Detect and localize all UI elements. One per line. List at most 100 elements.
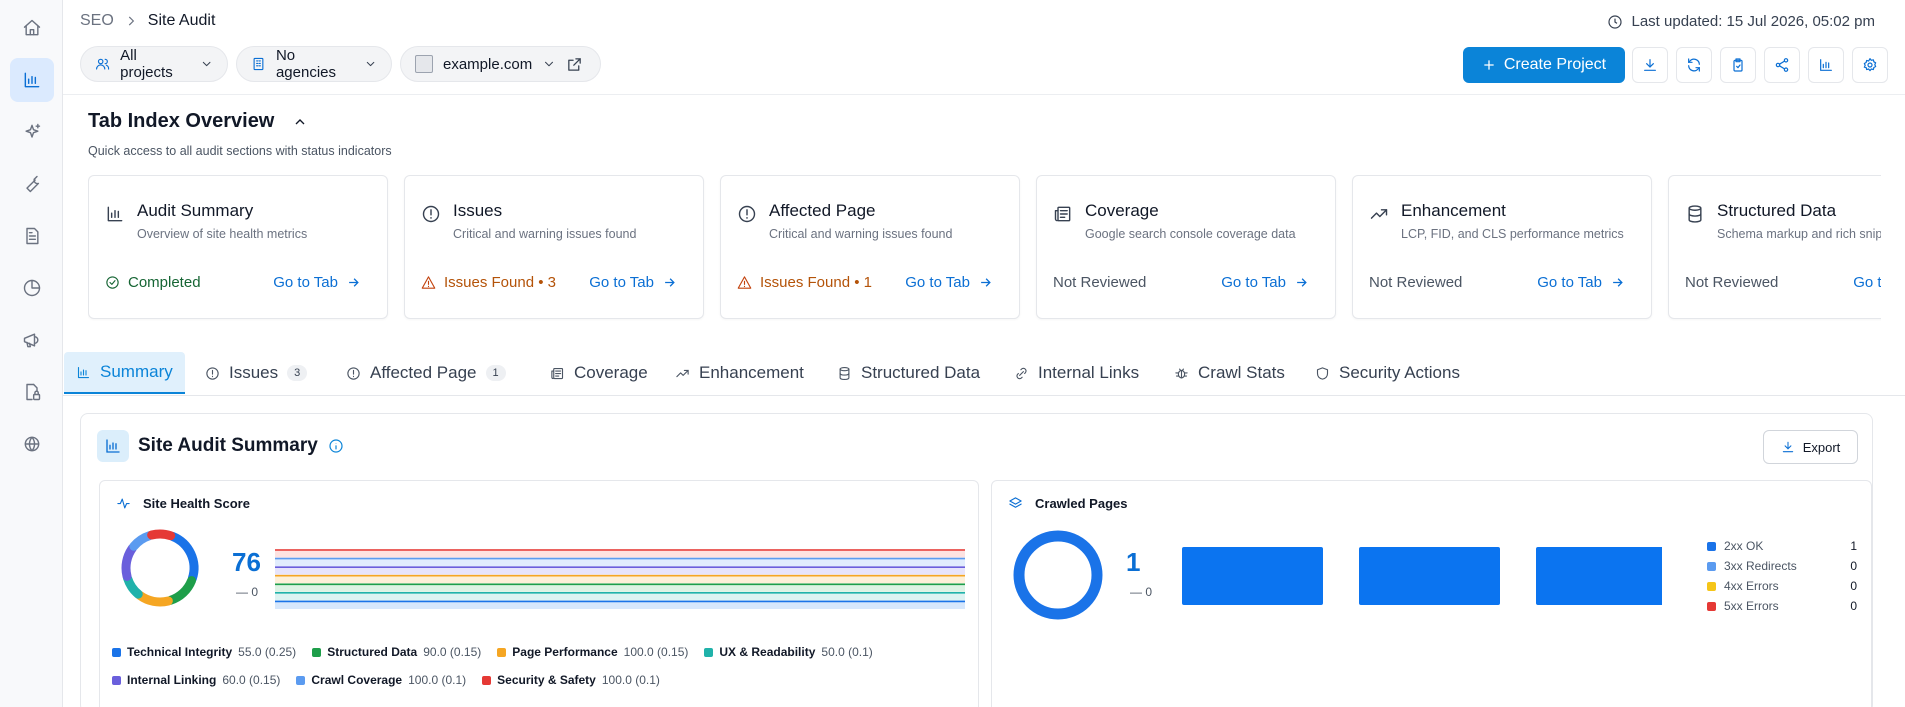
legend-name: 4xx Errors [1724, 579, 1779, 593]
go-to-tab-link[interactable]: Go to Tab [1221, 274, 1309, 291]
card-status-text: Completed [128, 274, 201, 291]
crawled-pages-delta: — 0 [1130, 585, 1153, 599]
legend-swatch [296, 675, 306, 685]
tab-structured-data[interactable]: Structured Data [825, 352, 992, 394]
site-health-title: Site Health Score [116, 496, 250, 511]
go-to-tab-label: Go to Tab [589, 274, 654, 291]
donut-segment [123, 573, 143, 599]
crawled-pages-donut [1013, 530, 1103, 620]
newspaper-icon [1053, 204, 1073, 224]
legend-5xx: 5xx Errors 0 [1707, 596, 1857, 616]
chevron-up-icon[interactable] [292, 114, 308, 130]
tab-summary[interactable]: Summary [64, 352, 185, 394]
bar-chart-icon [105, 204, 125, 224]
refresh-button[interactable] [1676, 47, 1712, 83]
tab-label: Summary [100, 362, 173, 381]
go-to-tab-link[interactable]: Go to Tab [1853, 274, 1881, 291]
megaphone-icon[interactable] [10, 318, 54, 362]
domain-filter[interactable]: example.com [400, 46, 601, 82]
sparkles-icon[interactable] [10, 110, 54, 154]
health-trend-chart [275, 549, 965, 609]
legend-name: UX & Readability [719, 645, 816, 659]
tab-count-badge: 1 [485, 365, 506, 381]
legend-name: Security & Safety [497, 673, 596, 687]
breadcrumb-root[interactable]: SEO [80, 12, 114, 30]
tab-coverage[interactable]: Coverage [538, 352, 660, 394]
create-project-button[interactable]: Create Project [1463, 47, 1625, 83]
crawl-bar [1182, 547, 1323, 605]
database-icon [839, 366, 850, 380]
chevron-down-icon [202, 61, 211, 67]
export-button[interactable]: Export [1763, 430, 1858, 464]
go-to-tab-label: Go to Tab [1537, 274, 1602, 291]
arrow-right-icon [981, 278, 991, 287]
card-status: Issues Found • 1 [737, 274, 872, 291]
go-to-tab-link[interactable]: Go to Tab [589, 274, 677, 291]
card-description: Critical and warning issues found [769, 227, 953, 241]
overview-subtitle: Quick access to all audit sections with … [88, 144, 392, 158]
analytics-icon[interactable] [10, 58, 54, 102]
legend-name: Page Performance [512, 645, 618, 659]
warning-triangle-icon [737, 276, 752, 289]
legend-ux-readability: UX & Readability 50.0 (0.1) [704, 645, 873, 659]
share-button[interactable] [1764, 47, 1800, 83]
go-to-tab-label: Go to Tab [273, 274, 338, 291]
legend-swatch [497, 647, 507, 657]
legend-value: 100.0 (0.15) [623, 645, 689, 659]
alert-circle-icon [347, 366, 360, 380]
projects-filter[interactable]: All projects [80, 46, 228, 82]
clipboard-button[interactable] [1720, 47, 1756, 83]
legend-name: Internal Linking [127, 673, 217, 687]
overview-card-enhancement: Enhancement LCP, FID, and CLS performanc… [1352, 175, 1652, 319]
file-lock-icon[interactable] [10, 370, 54, 414]
crawled-pages-title-text: Crawled Pages [1035, 496, 1128, 511]
tab-issues[interactable]: Issues 3 [193, 352, 319, 394]
health-score-donut [121, 529, 199, 607]
go-to-tab-link[interactable]: Go to Tab [1537, 274, 1625, 291]
pie-chart-icon[interactable] [10, 266, 54, 310]
tab-label: Issues [229, 363, 279, 382]
external-link-icon[interactable] [566, 56, 583, 73]
info-icon[interactable] [328, 438, 344, 454]
legend-security-safety: Security & Safety 100.0 (0.1) [482, 673, 660, 687]
donut-segment [121, 543, 138, 581]
tab-internal-links[interactable]: Internal Links [1002, 352, 1151, 394]
chevron-right-icon [128, 16, 134, 26]
report-button[interactable] [1808, 47, 1844, 83]
tab-count-badge: 3 [287, 365, 308, 381]
tab-enhancement[interactable]: Enhancement [663, 352, 816, 394]
donut-segment [168, 531, 199, 584]
crawl-bar [1536, 547, 1662, 605]
tab-security-actions[interactable]: Security Actions [1303, 352, 1472, 394]
agencies-filter[interactable]: No agencies [236, 46, 392, 82]
download-icon [1644, 59, 1656, 71]
download-button[interactable] [1632, 47, 1668, 83]
building-icon [253, 57, 264, 71]
go-to-tab-link[interactable]: Go to Tab [905, 274, 993, 291]
legend-crawl-coverage: Crawl Coverage 100.0 (0.1) [296, 673, 466, 687]
go-to-tab-link[interactable]: Go to Tab [273, 274, 361, 291]
health-legend-row-2: Internal Linking 60.0 (0.15) Crawl Covera… [112, 673, 660, 687]
site-health-title-text: Site Health Score [143, 496, 250, 511]
link-icon [1016, 367, 1027, 379]
clipboard-icon [1733, 58, 1743, 72]
home-icon[interactable] [10, 6, 54, 50]
create-project-label: Create Project [1503, 56, 1607, 73]
tab-label: Coverage [574, 363, 648, 382]
alert-circle-icon [206, 366, 219, 380]
legend-name: Crawl Coverage [311, 673, 403, 687]
bar-chart-icon [1820, 59, 1832, 71]
wrench-icon[interactable] [10, 162, 54, 206]
clock-icon [1608, 14, 1623, 29]
activity-icon [117, 498, 130, 509]
tab-affected-page[interactable]: Affected Page 1 [334, 352, 518, 394]
tab-crawl-stats[interactable]: Crawl Stats [1162, 352, 1297, 394]
globe-icon[interactable] [10, 422, 54, 466]
trending-up-icon [1369, 204, 1389, 224]
chevron-down-icon [366, 61, 375, 67]
document-icon[interactable] [10, 214, 54, 258]
bar-chart-icon [77, 366, 90, 378]
arrow-right-icon [1613, 278, 1623, 287]
settings-button[interactable] [1852, 47, 1888, 83]
legend-3xx: 3xx Redirects 0 [1707, 556, 1857, 576]
